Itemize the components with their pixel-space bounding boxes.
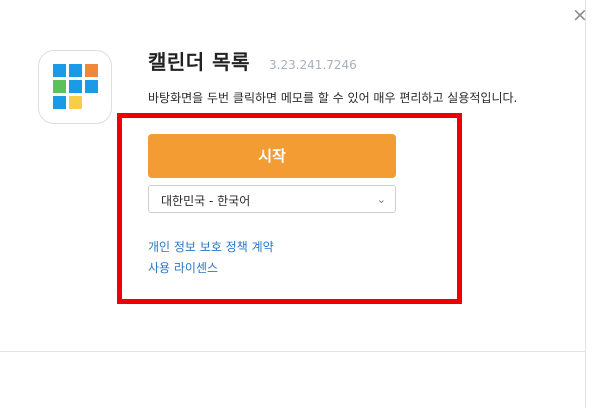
app-description: 바탕화면을 두번 클릭하면 메모를 할 수 있어 매우 편리하고 실용적입니다. <box>148 91 518 105</box>
license-link[interactable]: 사용 라이센스 <box>148 259 218 276</box>
start-button[interactable]: 시작 <box>148 134 396 178</box>
app-version: 3.23.241.7246 <box>269 58 357 72</box>
footer-divider <box>0 351 586 352</box>
calendar-grid-icon <box>53 64 98 109</box>
app-icon <box>38 50 112 124</box>
background-window-edge <box>586 0 602 408</box>
language-select[interactable]: 대한민국 - 한국어 ⌄ <box>148 185 396 213</box>
app-title: 캘린더 목록 <box>148 50 250 74</box>
privacy-policy-link[interactable]: 개인 정보 보호 정책 계약 <box>148 238 274 255</box>
language-select-value: 대한민국 - 한국어 <box>161 194 251 208</box>
chevron-down-icon: ⌄ <box>376 193 386 206</box>
installer-dialog: × 캘린더 목록 3.23.241.7246 바탕화면을 두번 클릭하면 메모를… <box>0 0 588 408</box>
